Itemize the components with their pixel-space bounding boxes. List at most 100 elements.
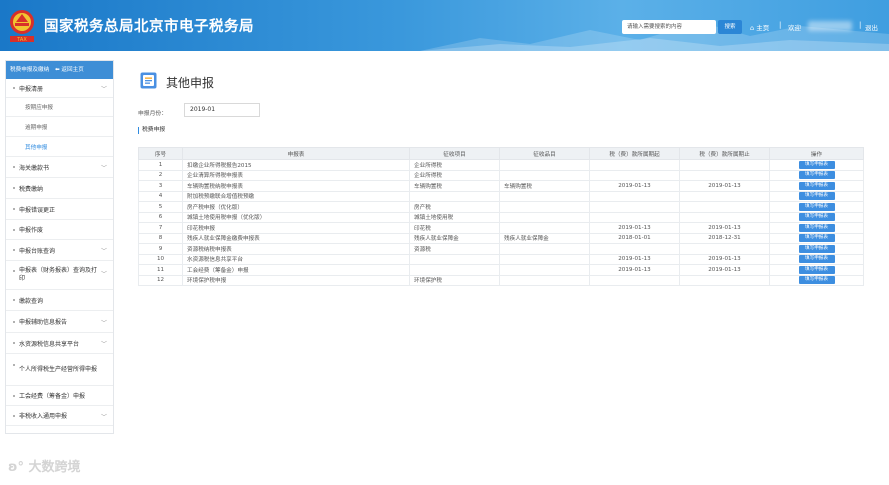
sidebar-item-union-fee[interactable]: 工会经费（筹备金）申报 [6, 386, 113, 406]
bullet-icon [13, 394, 15, 397]
row-period-start: 2019-01-13 [589, 222, 680, 234]
sidebar-item-water-resource[interactable]: 水资源税信息共享平台 ﹀ [6, 333, 113, 354]
row-form: 资源税纳税申报表 [182, 243, 410, 255]
row-no: 9 [138, 243, 183, 255]
username-redacted [808, 21, 852, 31]
row-item: 车辆购置税 [409, 180, 500, 192]
column-header-action: 操作 [769, 147, 864, 160]
fill-form-button[interactable]: 填写申报表 [798, 234, 835, 243]
sidebar-item-label: 申报表（财务报表）查询及打印 [19, 267, 98, 282]
fill-form-button[interactable]: 填写申报表 [798, 255, 835, 264]
fill-form-button[interactable]: 填写申报表 [798, 223, 835, 232]
sidebar-item-label: 申报作废 [19, 227, 44, 234]
table-row: 9 资源税纳税申报表 资源税 填写申报表 [138, 243, 864, 255]
row-form: 房产税申报（优化版） [182, 201, 410, 213]
row-subitem [499, 190, 590, 202]
sidebar-item-label: 缴款查询 [19, 297, 44, 305]
back-home-label: 返回主页 [61, 67, 84, 73]
bullet-icon [13, 228, 15, 231]
header-divider: | [779, 21, 782, 29]
sidebar-item-payment-query[interactable]: 缴款查询 [6, 290, 113, 311]
table-row: 5 房产税申报（优化版） 房产税 填写申报表 [138, 201, 864, 213]
sidebar-item-label: 海关缴款书 [19, 164, 50, 172]
document-icon [140, 72, 157, 89]
chevron-down-icon: ﹀ [100, 413, 107, 421]
sidebar-item-ledger-query[interactable]: 申报台账查询 ﹀ [6, 240, 113, 261]
row-no: 2 [138, 169, 183, 181]
tax-emblem-icon[interactable]: TAX [7, 8, 37, 44]
home-link[interactable]: ⌂ 主页 [750, 22, 769, 32]
sidebar-item-label: 水资源税信息共享平台 [19, 340, 80, 348]
back-arrow-icon: ⬅ [54, 67, 60, 73]
fill-form-button[interactable]: 填写申报表 [798, 244, 835, 253]
fill-form-button[interactable]: 填写申报表 [798, 181, 835, 190]
row-no: 10 [138, 253, 183, 265]
back-home-link[interactable]: ⬅ 返回主页 [55, 67, 84, 73]
row-no: 12 [138, 274, 183, 286]
fill-form-button[interactable]: 填写申报表 [798, 213, 835, 222]
page-title: 其他申报 [166, 76, 215, 90]
bullet-icon [13, 87, 15, 89]
fill-form-button[interactable]: 填写申报表 [798, 265, 835, 274]
row-item: 城镇土地使用税 [409, 211, 500, 223]
logo-text: TAX [16, 37, 27, 43]
row-item: 企业所得税 [409, 169, 500, 181]
fill-form-button[interactable]: 填写申报表 [798, 202, 835, 211]
row-no: 4 [138, 190, 183, 202]
fill-form-button[interactable]: 填写申报表 [798, 276, 835, 285]
fill-form-button[interactable]: 填写申报表 [798, 171, 835, 180]
chevron-down-icon: ﹀ [100, 341, 107, 348]
row-form: 城镇土地使用税申报（优化版） [182, 211, 410, 223]
watermark-text: 大数跨境 [28, 460, 81, 475]
row-item: 残疾人就业保障金 [409, 232, 500, 244]
row-action-cell: 填写申报表 [769, 180, 864, 192]
sidebar: 税费申报及缴纳 ⬅ 返回主页 申报清册 ﹀ 按期应申报 逾期申报 其他申报 海关… [5, 60, 114, 434]
fill-form-button[interactable]: 填写申报表 [798, 192, 835, 201]
bullet-icon [13, 320, 15, 323]
sidebar-item-customs[interactable]: 海关缴款书 ﹀ [6, 157, 113, 178]
fill-form-button[interactable]: 填写申报表 [798, 160, 835, 169]
column-header-item: 征收项目 [409, 147, 500, 160]
top-header: TAX 国家税务总局北京市电子税务局 请输入需要搜索的内容 搜索 ⌂ 主页 | … [0, 0, 889, 51]
sidebar-item-label: 税费缴纳 [19, 185, 44, 193]
sidebar-item-void[interactable]: 申报作废 [6, 220, 113, 240]
logout-link[interactable]: 退出 [865, 22, 878, 32]
row-period-start: 2019-01-13 [589, 253, 680, 265]
row-form: 工会经费（筹备金）申报 [182, 264, 410, 276]
sidebar-item-declaration-list[interactable]: 申报清册 ﹀ [6, 79, 113, 98]
table-row: 11 工会经费（筹备金）申报 2019-01-13 2019-01-13 填写申… [138, 264, 864, 276]
table-row: 8 残疾人就业保障金缴费申报表 残疾人就业保障金 残疾人就业保障金 2018-0… [138, 232, 864, 244]
row-subitem [499, 211, 590, 223]
home-icon: ⌂ [750, 24, 755, 32]
sidebar-subitem-overdue[interactable]: 逾期申报 [6, 117, 113, 137]
sidebar-item-personal-income[interactable]: 个人所得税生产经营所得申报 [6, 354, 113, 386]
row-item: 印花税 [409, 222, 500, 234]
sidebar-item-report-print[interactable]: 申报表（财务报表）查询及打印 ﹀ [6, 261, 113, 290]
sidebar-subitem-scheduled[interactable]: 按期应申报 [6, 98, 113, 117]
row-no: 7 [138, 222, 183, 234]
sidebar-header: 税费申报及缴纳 ⬅ 返回主页 [6, 61, 113, 79]
sidebar-item-non-tax[interactable]: 非税收入通用申报 ﹀ [6, 406, 113, 426]
row-period-end: 2019-01-13 [679, 253, 770, 265]
sidebar-item-correction[interactable]: 申报错误更正 [6, 199, 113, 220]
row-subitem [499, 201, 590, 213]
row-item [409, 264, 500, 276]
bullet-icon [13, 249, 15, 251]
sidebar-subitem-other[interactable]: 其他申报 [6, 137, 113, 157]
sidebar-item-tax-payment[interactable]: 税费缴纳 [6, 178, 113, 199]
sidebar-item-aux-report[interactable]: 申报辅助信息报告 ﹀ [6, 311, 113, 333]
row-form: 企业清算所得税申报表 [182, 169, 410, 181]
row-period-start [589, 274, 680, 286]
row-action-cell: 填写申报表 [769, 169, 864, 181]
table-header-row: 序号 申报表 征收项目 征收品目 税（费）款所属期起 税（费）款所属期止 操作 [138, 147, 864, 160]
row-action-cell: 填写申报表 [769, 274, 864, 286]
search-input[interactable]: 请输入需要搜索的内容 [622, 20, 716, 34]
month-input[interactable]: 2019-01 [184, 103, 260, 117]
bullet-icon [13, 208, 15, 210]
row-period-end: 2019-01-13 [679, 180, 770, 192]
row-period-start [589, 243, 680, 255]
search-button[interactable]: 搜索 [718, 20, 742, 34]
row-period-end: 2019-01-13 [679, 264, 770, 276]
row-no: 8 [138, 232, 183, 244]
row-action-cell: 填写申报表 [769, 159, 864, 171]
